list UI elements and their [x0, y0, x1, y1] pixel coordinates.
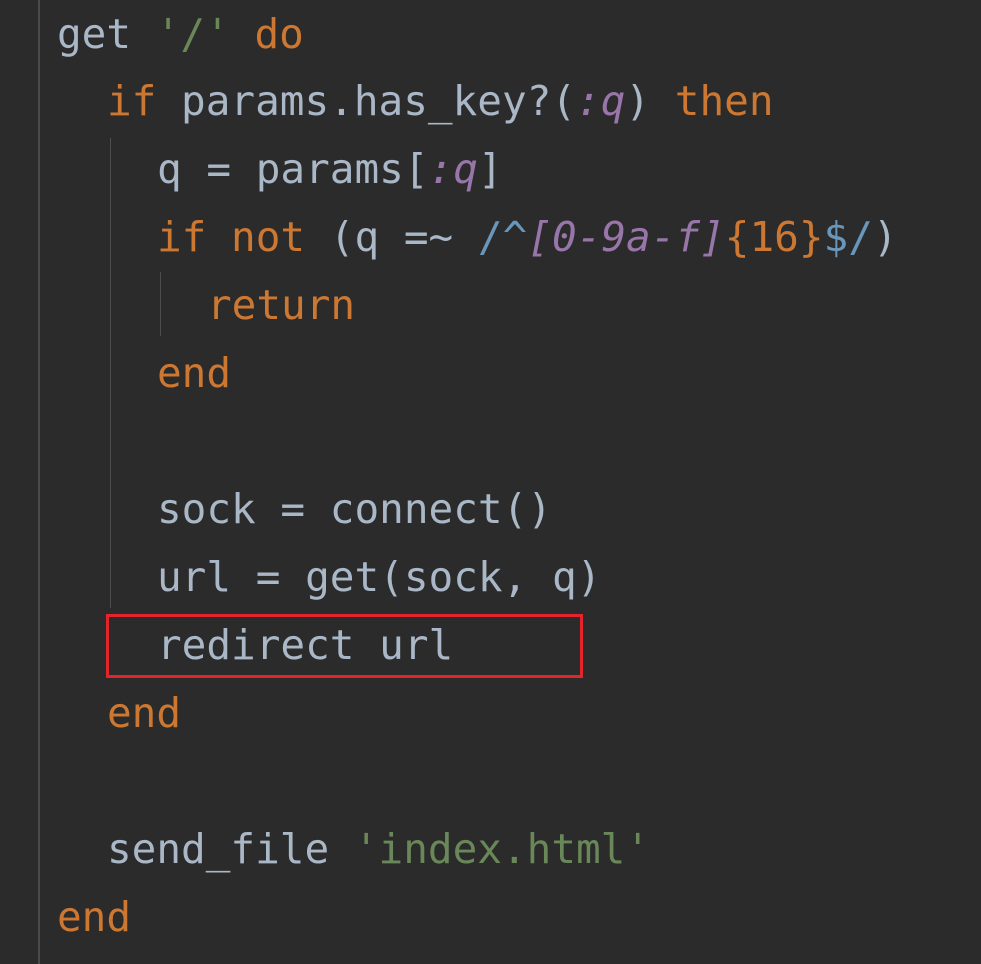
code-token: end: [57, 893, 132, 941]
code-token: /^: [477, 213, 528, 261]
code-token: send_file: [107, 825, 354, 873]
code-token: end: [157, 349, 232, 397]
indent-guide: [110, 138, 111, 608]
code-line[interactable]: sock = connect(): [157, 475, 552, 543]
indent-guide: [160, 272, 161, 336]
code-token: :q: [576, 77, 626, 125]
code-line[interactable]: return: [207, 271, 355, 339]
code-line[interactable]: send_file 'index.html': [107, 815, 650, 883]
code-token: get: [57, 10, 156, 58]
code-line[interactable]: end: [57, 883, 131, 951]
code-token: end: [107, 689, 182, 737]
gutter-divider: [38, 0, 40, 964]
code-token: {16}: [724, 213, 824, 261]
code-line[interactable]: if params.has_key?(:q) then: [107, 67, 774, 135]
code-token: :q: [428, 145, 478, 193]
code-token: ]: [477, 145, 503, 193]
code-token: q = params[: [157, 145, 429, 193]
code-line[interactable]: url = get(sock, q): [157, 543, 601, 611]
code-token: do: [229, 10, 304, 58]
code-line[interactable]: get '/' do: [57, 0, 304, 68]
code-token: params.has_key?(: [156, 77, 577, 125]
code-editor[interactable]: get '/' do if params.has_key?(:q) then q =…: [0, 0, 981, 964]
code-token: $/: [823, 213, 873, 261]
code-line[interactable]: end: [157, 339, 231, 407]
code-token: if not: [157, 213, 306, 261]
code-line[interactable]: q = params[:q]: [157, 135, 503, 203]
code-token: 'index.html': [353, 825, 651, 873]
code-token: (q =~: [305, 213, 478, 261]
code-token: url = get(sock, q): [157, 553, 602, 601]
code-token: return: [207, 281, 356, 329]
code-token: ): [625, 77, 675, 125]
code-line[interactable]: end: [107, 679, 181, 747]
code-token: [0-9a-f]: [527, 213, 725, 261]
code-token: then: [674, 77, 774, 125]
code-token: if: [107, 77, 157, 125]
highlight-box: [106, 614, 583, 678]
code-token: '/': [155, 10, 230, 58]
code-line[interactable]: if not (q =~ /^[0-9a-f]{16}$/): [157, 203, 898, 271]
code-token: ): [872, 213, 898, 261]
code-token: sock = connect(): [157, 485, 552, 533]
